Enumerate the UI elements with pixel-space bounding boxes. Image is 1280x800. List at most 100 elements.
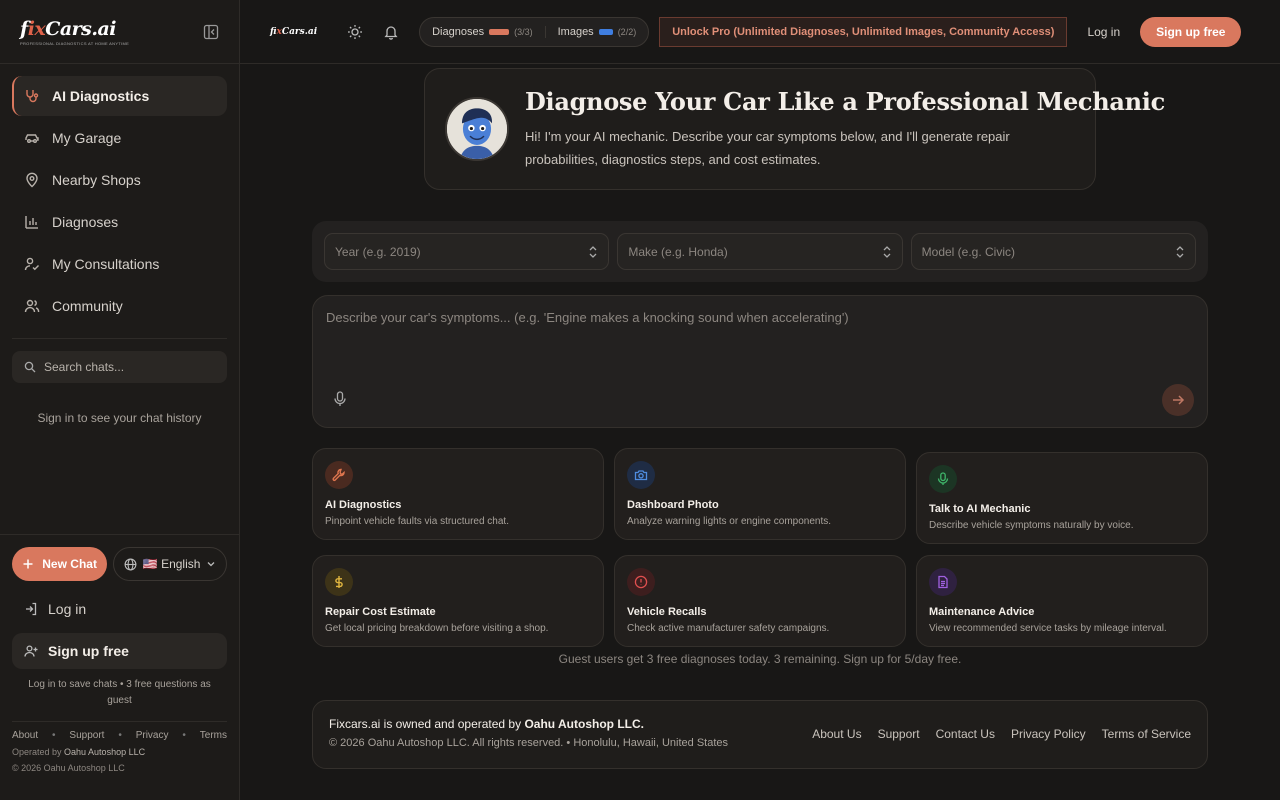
sidebar-item-ai-diagnostics[interactable]: AI Diagnostics (12, 76, 227, 116)
page-title: Diagnose Your Car Like a Professional Me… (525, 87, 1165, 116)
footer-link-privacy[interactable]: Privacy (136, 730, 169, 741)
search-placeholder: Search chats... (44, 360, 125, 374)
globe-icon (124, 558, 137, 571)
alert-circle-icon (627, 568, 655, 596)
dollar-icon (325, 568, 353, 596)
sidebar-footer-links: About • Support • Privacy • Terms (12, 730, 227, 741)
divider (12, 338, 227, 339)
feature-card-talk-to-ai-mechanic[interactable]: Talk to AI Mechanic Describe vehicle sym… (916, 452, 1208, 544)
footer-link-about-us[interactable]: About Us (812, 727, 861, 741)
signup-label: Sign up free (48, 643, 129, 659)
feature-card-maintenance-advice[interactable]: Maintenance Advice View recommended serv… (916, 555, 1208, 647)
dot-separator: • (118, 730, 122, 741)
sidebar-signup-button[interactable]: Sign up free (12, 633, 227, 669)
footer-links: About Us Support Contact Us Privacy Poli… (812, 727, 1191, 741)
card-title: AI Diagnostics (325, 499, 402, 511)
sidebar: fixCars.ai PROFESSIONAL DIAGNOSTICS AT H… (0, 0, 240, 800)
diagnoses-quota-bar (489, 28, 510, 35)
new-chat-label: New Chat (42, 557, 97, 571)
card-title: Repair Cost Estimate (325, 606, 436, 618)
stethoscope-icon (24, 88, 40, 104)
feature-card-dashboard-photo[interactable]: Dashboard Photo Analyze warning lights o… (614, 448, 906, 540)
footer-link-privacy-policy[interactable]: Privacy Policy (1011, 727, 1086, 741)
bell-icon[interactable] (383, 24, 399, 40)
sidebar-item-diagnoses[interactable]: Diagnoses (12, 202, 227, 242)
sidebar-item-community[interactable]: Community (12, 286, 227, 326)
sidebar-login-link[interactable]: Log in (12, 591, 227, 627)
footer-link-terms-of-service[interactable]: Terms of Service (1102, 727, 1191, 741)
search-icon (24, 361, 36, 373)
sidebar-item-label: AI Diagnostics (52, 88, 150, 104)
dot-separator: • (182, 730, 186, 741)
footer-link-support[interactable]: Support (878, 727, 920, 741)
year-placeholder: Year (e.g. 2019) (335, 244, 421, 259)
logo[interactable]: fixCars.ai PROFESSIONAL DIAGNOSTICS AT H… (20, 18, 129, 46)
make-select[interactable]: Make (e.g. Honda) (617, 233, 903, 270)
symptoms-input[interactable]: Describe your car's symptoms... (e.g. 'E… (312, 295, 1208, 428)
feature-card-vehicle-recalls[interactable]: Vehicle Recalls Check active manufacture… (614, 555, 906, 647)
divider (544, 25, 546, 38)
sidebar-item-nearby-shops[interactable]: Nearby Shops (12, 160, 227, 200)
feature-card-repair-cost-estimate[interactable]: Repair Cost Estimate Get local pricing b… (312, 555, 604, 647)
hero-card: Diagnose Your Car Like a Professional Me… (424, 68, 1165, 190)
camera-icon (627, 461, 655, 489)
sidebar-hint: Log in to save chats • 3 free questions … (28, 679, 211, 706)
sidebar-item-my-garage[interactable]: My Garage (12, 118, 227, 158)
unlock-pro-button[interactable]: Unlock Pro (Unlimited Diagnoses, Unlimit… (659, 16, 1068, 47)
user-plus-icon (24, 644, 38, 658)
car-icon (24, 130, 40, 146)
year-select[interactable]: Year (e.g. 2019) (324, 233, 610, 270)
microphone-icon[interactable] (333, 391, 347, 407)
card-description: Pinpoint vehicle faults via structured c… (325, 516, 509, 527)
sidebar-header: fixCars.ai PROFESSIONAL DIAGNOSTICS AT H… (0, 0, 239, 64)
card-description: Check active manufacturer safety campaig… (627, 623, 830, 634)
card-title: Talk to AI Mechanic (929, 503, 1031, 515)
logo-text: fixCars.ai (20, 17, 117, 40)
sidebar-item-label: Nearby Shops (52, 172, 141, 188)
card-title: Dashboard Photo (627, 499, 719, 511)
usage-quota[interactable]: Diagnoses (3/3) Images (2/2) (419, 16, 650, 47)
sidebar-item-my-consultations[interactable]: My Consultations (12, 244, 227, 284)
feature-card-ai-diagnostics[interactable]: AI Diagnostics Pinpoint vehicle faults v… (312, 448, 604, 540)
footer-copyright: © 2026 Oahu Autoshop LLC. All rights res… (329, 737, 729, 749)
topbar-signup-button[interactable]: Sign up free (1140, 16, 1242, 47)
mechanic-avatar (445, 97, 509, 161)
topbar-login-link[interactable]: Log in (1087, 25, 1120, 39)
chevron-up-down-icon (588, 245, 598, 259)
model-select[interactable]: Model (e.g. Civic) (910, 233, 1196, 270)
footer-link-contact-us[interactable]: Contact Us (936, 727, 995, 741)
card-description: Analyze warning lights or engine compone… (627, 516, 832, 527)
images-quota-label: Images (557, 25, 594, 38)
log-in-icon (24, 602, 38, 616)
footer-link-about[interactable]: About (12, 730, 38, 741)
card-description: Get local pricing breakdown before visit… (325, 623, 549, 634)
chevron-down-icon (206, 559, 216, 569)
footer-link-terms[interactable]: Terms (200, 730, 227, 741)
sidebar-item-label: Diagnoses (52, 214, 119, 230)
footer-link-support[interactable]: Support (69, 730, 104, 741)
mini-logo[interactable]: fixCars.ai (270, 27, 317, 37)
images-quota-bar (598, 28, 613, 35)
symptoms-placeholder: Describe your car's symptoms... (e.g. 'E… (326, 310, 849, 325)
card-title: Maintenance Advice (929, 606, 1035, 618)
sidebar-collapse-icon[interactable] (203, 24, 219, 40)
user-check-icon (24, 256, 40, 272)
send-button[interactable] (1162, 384, 1194, 416)
dot-separator: • (52, 730, 56, 741)
sidebar-footer: New Chat 🇺🇸 English Log in Sign up free … (0, 534, 239, 800)
diagnoses-quota-count: (3/3) (514, 26, 533, 37)
hero-description: Hi! I'm your AI mechanic. Describe your … (525, 129, 1010, 167)
sun-icon[interactable] (347, 24, 363, 40)
footer-ownership: Fixcars.ai is owned and operated by Oahu… (329, 717, 644, 731)
language-select[interactable]: 🇺🇸 English (113, 547, 227, 581)
sidebar-item-label: My Consultations (52, 256, 160, 272)
language-label: 🇺🇸 English (142, 557, 201, 571)
login-label: Log in (48, 601, 87, 617)
top-bar: fixCars.ai Diagnoses (3/3) Images (2/2) … (240, 0, 1280, 64)
sidebar-item-label: Community (52, 298, 123, 314)
arrow-right-icon (1171, 393, 1185, 407)
new-chat-button[interactable]: New Chat (12, 547, 108, 581)
wrench-icon (325, 461, 353, 489)
search-chats-input[interactable]: Search chats... (12, 351, 227, 383)
model-placeholder: Model (e.g. Civic) (921, 244, 1016, 259)
